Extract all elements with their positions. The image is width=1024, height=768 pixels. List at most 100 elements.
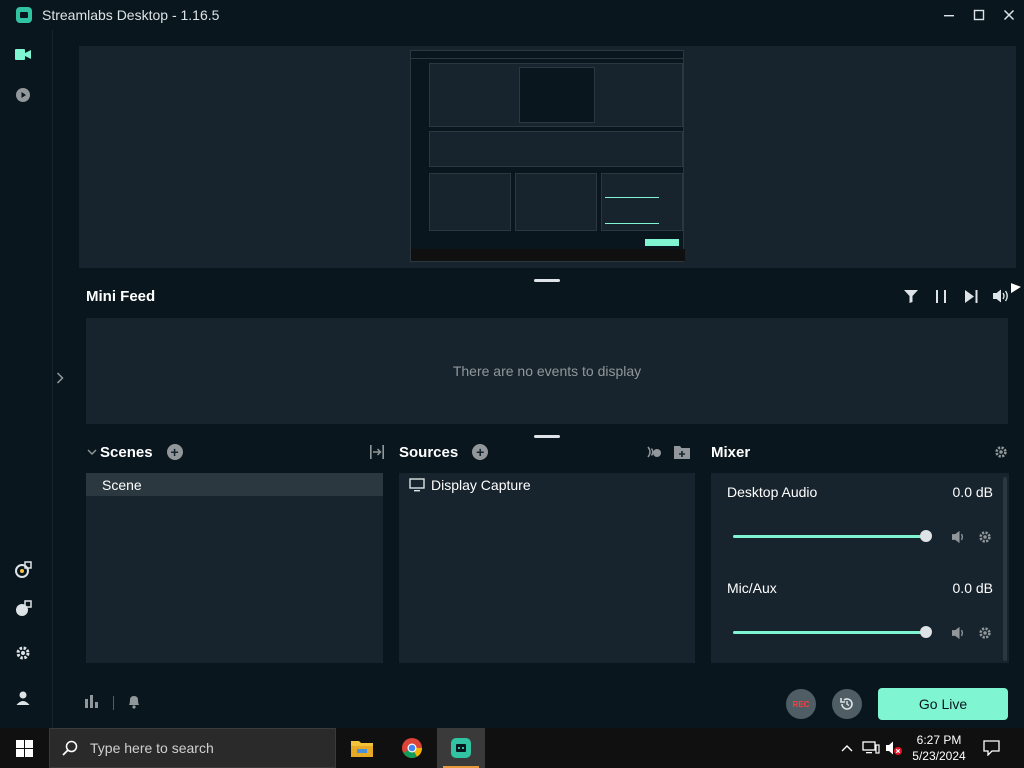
chrome-taskbar-button[interactable] (388, 728, 436, 768)
sources-list: Display Capture (399, 473, 695, 663)
mixer-settings-button[interactable] (992, 443, 1010, 461)
scene-item[interactable]: Scene (86, 473, 383, 496)
clock-time: 6:27 PM (916, 733, 962, 747)
mini-feed-tools (902, 286, 1010, 306)
start-button[interactable] (0, 728, 48, 768)
windows-logo-icon (15, 739, 33, 757)
user-icon (16, 691, 30, 705)
minimize-icon (944, 15, 954, 17)
record-button[interactable]: REC (786, 689, 816, 719)
clock-date: 5/23/2024 (912, 749, 966, 763)
maximize-button[interactable] (964, 0, 994, 30)
mini-feed-header: Mini Feed (86, 284, 1016, 308)
taskbar-search-box[interactable]: Type here to search (49, 728, 336, 768)
chevron-right-icon (56, 372, 64, 384)
mixer-header: Mixer (711, 440, 1014, 464)
scenes-header: Scenes + (86, 440, 386, 464)
mixer-channel-label: Mic/Aux (727, 580, 777, 596)
desktop-audio-settings-button[interactable] (977, 529, 993, 545)
highlighter-icon (15, 561, 32, 578)
feed-resize-handle[interactable] (534, 435, 560, 438)
speaker-icon (952, 530, 964, 544)
replay-icon (840, 698, 853, 710)
mic-aux-settings-button[interactable] (977, 625, 993, 641)
speaker-icon (952, 626, 964, 640)
collapse-scenes-button[interactable] (86, 443, 98, 461)
go-live-button[interactable]: Go Live (878, 688, 1008, 720)
windows-taskbar: Type here to search 6:27 PM 5/23/2024 (0, 728, 1024, 768)
mute-alerts-button[interactable] (992, 286, 1010, 306)
folder-plus-icon (674, 446, 690, 459)
footer-divider (113, 696, 114, 710)
minimize-button[interactable] (934, 0, 964, 30)
skip-alert-button[interactable] (962, 286, 980, 306)
show-hidden-icons-button[interactable] (838, 739, 856, 757)
desktop-audio-volume-slider[interactable] (733, 535, 927, 538)
chevron-up-icon (841, 745, 853, 752)
play-circle-icon (16, 88, 30, 102)
folder-icon (351, 741, 373, 757)
studio-camera-icon (15, 49, 31, 60)
scenes-list: Scene (86, 473, 383, 663)
chevron-down-icon (87, 449, 97, 455)
add-source-button[interactable]: + (472, 444, 489, 460)
bar-chart-icon (85, 695, 98, 708)
gear-icon (979, 531, 991, 543)
window-controls (934, 0, 1024, 30)
streamlabs-icon (451, 738, 471, 758)
close-button[interactable] (994, 0, 1024, 30)
title-bar: Streamlabs Desktop - 1.16.5 (0, 0, 1024, 30)
network-icon (862, 741, 880, 754)
settings-nav-button[interactable] (13, 643, 33, 663)
taskbar-clock[interactable]: 6:27 PM 5/23/2024 (906, 732, 972, 764)
source-item[interactable]: Display Capture (409, 477, 531, 493)
display-capture-preview (410, 50, 685, 262)
replay-buffer-button[interactable] (832, 689, 862, 719)
mic-aux-mute-button[interactable] (952, 625, 968, 641)
gear-icon (16, 646, 30, 660)
mic-aux-slider-thumb[interactable] (920, 626, 932, 638)
audio-wave-icon (646, 446, 661, 458)
highlighter-nav-button[interactable] (13, 560, 33, 580)
profile-nav-button[interactable] (13, 688, 33, 708)
volume-muted-icon (886, 741, 902, 755)
streamlabs-taskbar-button[interactable] (437, 728, 485, 768)
performance-stats-button[interactable] (84, 693, 102, 711)
mixer-title: Mixer (711, 443, 751, 461)
pause-feed-button[interactable] (932, 286, 950, 306)
monitor-icon (409, 478, 425, 492)
scene-item-label: Scene (102, 476, 142, 493)
gear-icon (979, 627, 991, 639)
scenes-title: Scenes (100, 443, 153, 461)
mixer-scrollbar[interactable] (1003, 477, 1007, 661)
volume-tray-button[interactable] (885, 739, 903, 757)
editor-nav-button[interactable] (13, 45, 33, 65)
source-settings-button[interactable] (645, 443, 663, 461)
scene-transitions-button[interactable] (368, 443, 386, 461)
network-tray-button[interactable] (862, 739, 880, 757)
filter-button[interactable] (902, 286, 920, 306)
add-scene-button[interactable]: + (166, 444, 183, 460)
theme-nav-button[interactable] (13, 85, 33, 105)
go-live-label: Go Live (918, 696, 968, 712)
transition-icon (370, 445, 384, 459)
left-navigation (0, 30, 46, 728)
mic-aux-volume-slider[interactable] (733, 631, 927, 634)
mini-feed-empty-message: There are no events to display (452, 363, 642, 379)
notifications-button[interactable] (127, 694, 143, 710)
window-title: Streamlabs Desktop - 1.16.5 (42, 7, 220, 23)
expand-panel-toggle[interactable] (52, 368, 68, 388)
file-explorer-taskbar-button[interactable] (338, 728, 386, 768)
search-icon (62, 740, 78, 756)
sources-header: Sources + (399, 440, 697, 464)
record-button-label: REC (792, 699, 810, 709)
preview-resize-handle[interactable] (534, 279, 560, 282)
action-center-button[interactable] (982, 739, 1000, 757)
desktop-audio-slider-thumb[interactable] (920, 530, 932, 542)
app-store-nav-button[interactable] (13, 599, 33, 619)
mini-feed-title: Mini Feed (86, 287, 156, 305)
desktop-audio-mute-button[interactable] (952, 529, 968, 545)
skip-forward-icon (964, 289, 977, 303)
apps-icon (16, 600, 32, 616)
add-folder-button[interactable] (673, 443, 691, 461)
